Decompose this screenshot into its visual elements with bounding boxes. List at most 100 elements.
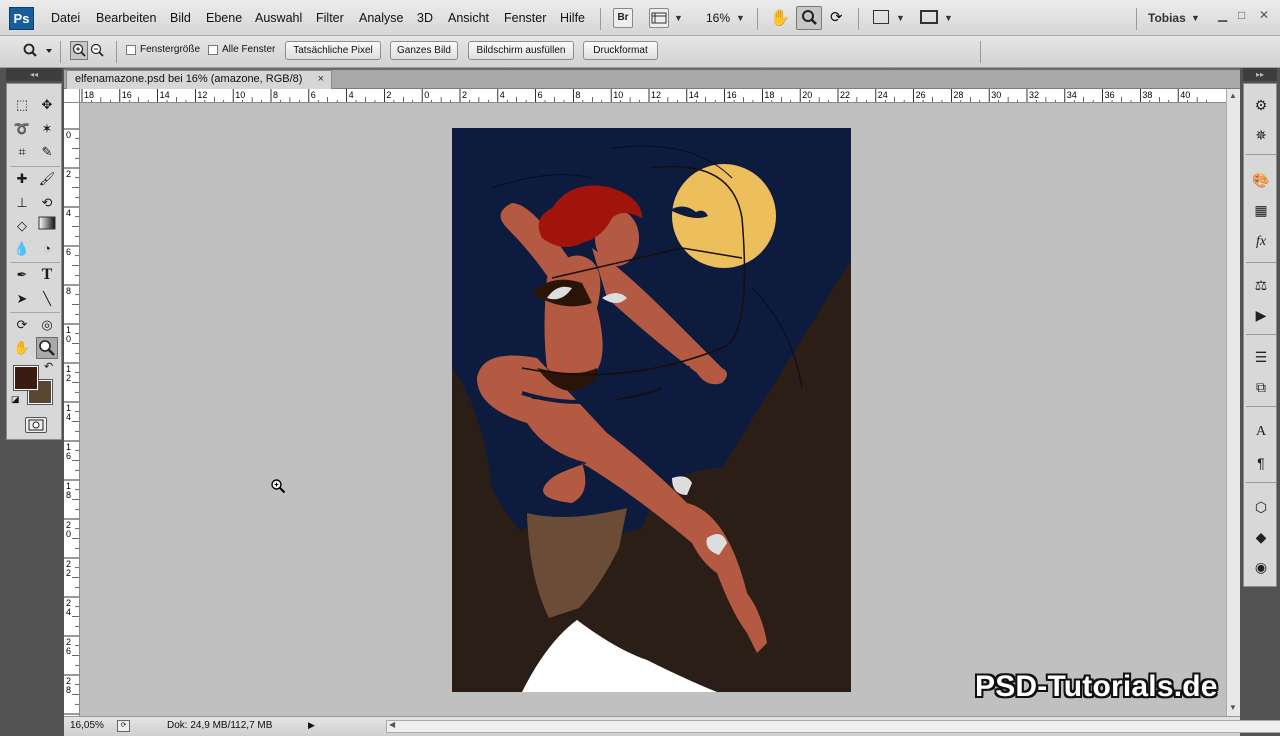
menu-bild[interactable]: Bild (170, 11, 191, 25)
separator (116, 41, 117, 63)
default-colors-icon[interactable]: ◪ (11, 394, 20, 405)
layers-icon[interactable]: ◆ (1249, 526, 1273, 548)
crop-icon[interactable]: ⌗ (11, 141, 33, 163)
actions-play-icon[interactable]: ▶ (1249, 304, 1273, 326)
photoshop-logo: Ps (9, 7, 34, 30)
zoom-tool-button[interactable] (796, 6, 822, 30)
arrange-documents-icon[interactable] (873, 10, 889, 24)
adjustments-icon[interactable]: ⚖ (1249, 274, 1273, 296)
workspace-user[interactable]: Tobias (1148, 11, 1186, 25)
menu-ebene[interactable]: Ebene (206, 11, 242, 25)
document-profile-icon[interactable]: ⟳ (117, 720, 130, 732)
gradient-icon[interactable] (36, 215, 58, 237)
type-icon[interactable]: T (36, 264, 58, 286)
rotate-view-icon[interactable]: ⟳ (830, 8, 843, 26)
vertical-ruler[interactable]: 024681012141618202224262830 (64, 103, 80, 716)
ruler-label: 6 (538, 90, 543, 100)
menu-bearbeiten[interactable]: Bearbeiten (96, 11, 156, 25)
all-windows-checkbox[interactable] (208, 45, 218, 55)
swatches-icon[interactable]: ▦ (1249, 199, 1273, 221)
zoom-level[interactable]: 16% (706, 11, 730, 25)
quick-mask-button[interactable] (25, 417, 47, 433)
path-selection-icon[interactable]: ➤ (11, 288, 33, 310)
separator (10, 166, 60, 167)
close-icon[interactable]: ✕ (1259, 8, 1269, 22)
close-tab-icon[interactable]: × (318, 71, 324, 88)
actual-pixels-button[interactable]: Tatsächliche Pixel (285, 41, 381, 60)
swap-colors-icon[interactable]: ↶ (44, 360, 53, 373)
chevron-down-icon[interactable]: ▼ (896, 13, 905, 23)
menu-hilfe[interactable]: Hilfe (560, 11, 585, 25)
panel-dock-grip[interactable]: ▸▸ (1243, 68, 1277, 81)
document-canvas[interactable] (452, 128, 851, 692)
clone-stamp-icon[interactable]: ⊥ (11, 192, 33, 214)
zoom-tool-preset-icon[interactable] (22, 43, 52, 62)
3d-rotate-icon[interactable]: ⟳ (11, 314, 33, 336)
styles-fx-icon[interactable]: fx (1249, 231, 1273, 253)
menu-bar: Ps Datei Bearbeiten Bild Ebene Auswahl F… (0, 0, 1280, 36)
horizontal-scrollbar[interactable]: ◀ ▶ (386, 720, 1280, 733)
color-palette-icon[interactable]: 🎨 (1249, 169, 1273, 191)
paths-icon[interactable]: ⬡ (1249, 496, 1273, 518)
3d-orbit-icon[interactable]: ◎ (36, 314, 58, 336)
status-zoom[interactable]: 16,05% (70, 720, 104, 731)
ruler-origin[interactable] (64, 89, 80, 103)
fit-screen-button[interactable]: Ganzes Bild (390, 41, 458, 60)
document-tab[interactable]: elfenamazone.psd bei 16% (amazone, RGB/8… (66, 70, 332, 89)
maximize-icon[interactable]: □ (1238, 8, 1245, 22)
menu-fenster[interactable]: Fenster (504, 11, 546, 25)
menu-datei[interactable]: Datei (51, 11, 80, 25)
mini-bridge-icon[interactable]: ⚙ (1249, 94, 1273, 116)
zoom-in-icon[interactable] (70, 41, 88, 60)
hand-icon[interactable]: ✋ (770, 8, 790, 28)
chevron-down-icon[interactable]: ▼ (944, 13, 953, 23)
timeline-icon[interactable]: ☰ (1249, 346, 1273, 368)
navigator-icon[interactable]: ✵ (1249, 124, 1273, 146)
eyedropper-icon[interactable]: ✎ (36, 141, 58, 163)
ruler-label: 40 (1180, 90, 1190, 100)
menu-3d[interactable]: 3D (417, 11, 433, 25)
fill-screen-button[interactable]: Bildschirm ausfüllen (468, 41, 574, 60)
menu-auswahl[interactable]: Auswahl (255, 11, 302, 25)
zoom-out-icon[interactable] (89, 42, 105, 62)
ruler-label: 0 (66, 130, 71, 140)
blur-icon[interactable]: 💧 (11, 238, 33, 260)
bridge-button[interactable]: Br (613, 8, 633, 28)
clone-source-icon[interactable]: ⧉ (1249, 376, 1273, 398)
magic-wand-icon[interactable]: ✶ (36, 118, 58, 140)
foreground-color-swatch[interactable] (13, 365, 39, 391)
tools-panel-grip[interactable]: ◂◂ (6, 68, 62, 81)
paragraph-icon[interactable]: ¶ (1249, 452, 1273, 474)
history-brush-icon[interactable]: ⟲ (36, 192, 58, 214)
healing-brush-icon[interactable]: ✚ (11, 168, 33, 190)
menu-ansicht[interactable]: Ansicht (448, 11, 489, 25)
eraser-icon[interactable]: ◇ (11, 215, 33, 237)
zoom-icon[interactable] (36, 337, 58, 359)
hand-icon[interactable]: ✋ (11, 337, 33, 359)
chevron-down-icon[interactable]: ▼ (1191, 13, 1200, 23)
screen-mode-icon[interactable] (920, 10, 938, 24)
scroll-down-icon[interactable]: ▼ (1229, 703, 1237, 712)
scroll-up-icon[interactable]: ▲ (1229, 91, 1237, 100)
brush-icon[interactable]: 🖌 (36, 168, 58, 190)
marquee-icon[interactable]: ⬚ (11, 94, 33, 116)
channels-icon[interactable]: ◉ (1249, 556, 1273, 578)
horizontal-ruler[interactable]: 18 16 14 12 10 8 6 4 2 0 2 4 6 8 10 12 14 16 18 20 22 24 26 28 3… (80, 89, 1226, 103)
character-icon[interactable]: A (1249, 421, 1273, 443)
scroll-left-icon[interactable]: ◀ (389, 720, 395, 729)
move-icon[interactable]: ✥ (36, 94, 58, 116)
chevron-down-icon[interactable]: ▼ (674, 13, 683, 23)
print-size-button[interactable]: Druckformat (583, 41, 658, 60)
minimize-icon[interactable]: ▁ (1218, 8, 1227, 22)
dodge-icon[interactable]: ◔ (36, 238, 58, 260)
pen-icon[interactable]: ✒ (11, 264, 33, 286)
status-menu-arrow-icon[interactable]: ▶ (308, 720, 315, 731)
resize-windows-checkbox[interactable] (126, 45, 136, 55)
lasso-icon[interactable]: ➰ (11, 118, 33, 140)
menu-analyse[interactable]: Analyse (359, 11, 403, 25)
line-icon[interactable]: ╲ (36, 288, 58, 310)
view-extras-icon[interactable] (649, 8, 669, 28)
menu-filter[interactable]: Filter (316, 11, 344, 25)
chevron-down-icon[interactable]: ▼ (736, 13, 745, 23)
vertical-scrollbar[interactable]: ▲ ▼ (1226, 89, 1240, 716)
